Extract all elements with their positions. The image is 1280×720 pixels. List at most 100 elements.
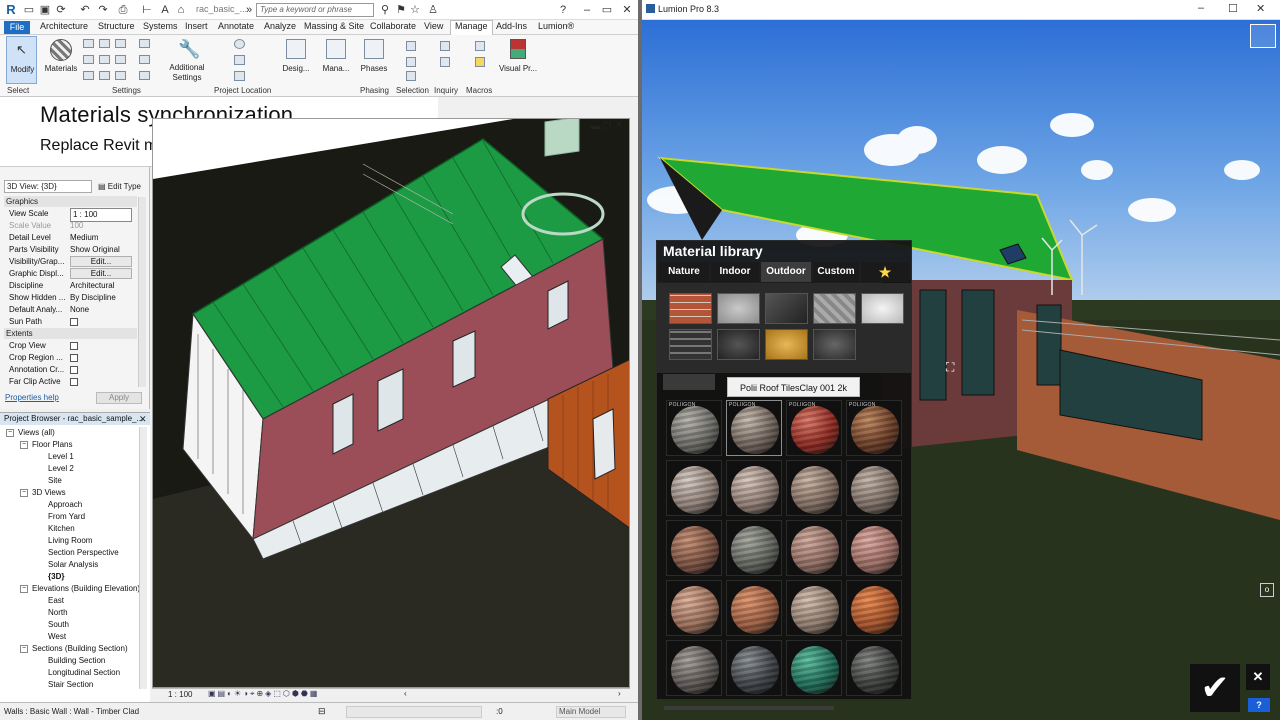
browser-item[interactable]: North bbox=[48, 607, 68, 619]
info-icon[interactable]: o bbox=[1260, 583, 1274, 597]
material-sphere[interactable] bbox=[666, 580, 722, 636]
material-sphere[interactable] bbox=[846, 460, 902, 516]
swatch-gravel[interactable] bbox=[717, 329, 760, 360]
material-sphere[interactable]: POLIIGON bbox=[666, 400, 722, 456]
design-option-selector[interactable]: Main Model bbox=[556, 706, 626, 718]
maximize-icon[interactable]: ▭ bbox=[600, 3, 614, 17]
tab-insert[interactable]: Insert bbox=[185, 21, 208, 31]
mep-settings-icon[interactable] bbox=[139, 55, 150, 64]
phases-button[interactable]: Phases bbox=[358, 37, 390, 83]
extent-checkbox[interactable] bbox=[70, 366, 78, 374]
focus-crosshair-icon[interactable]: ⛶ bbox=[946, 360, 954, 375]
redo-icon[interactable]: ↷ bbox=[96, 3, 110, 17]
extent-row[interactable]: Crop View bbox=[4, 340, 137, 352]
lumion-minimize-icon[interactable]: – bbox=[1198, 2, 1204, 14]
close-browser-icon[interactable]: ✕ bbox=[139, 413, 147, 425]
lumion-maximize-icon[interactable]: ☐ bbox=[1228, 2, 1238, 15]
select-by-id-icon[interactable] bbox=[406, 41, 416, 51]
location-icon[interactable] bbox=[234, 39, 245, 49]
extent-row[interactable]: Far Clip Active bbox=[4, 376, 137, 388]
extent-row[interactable]: Annotation Cr... bbox=[4, 364, 137, 376]
edit-type-button[interactable]: ▤ Edit Type bbox=[98, 180, 141, 193]
material-sphere[interactable] bbox=[846, 640, 902, 696]
browser-item[interactable]: Stair Section bbox=[48, 679, 93, 691]
review-warnings-icon[interactable] bbox=[440, 41, 450, 51]
property-row[interactable]: Visibility/Grap... Edit... bbox=[4, 256, 137, 268]
material-sphere[interactable] bbox=[726, 460, 782, 516]
browser-item[interactable]: {3D} bbox=[48, 571, 64, 583]
browser-item[interactable]: 3D Views bbox=[32, 487, 66, 499]
tab-indoor[interactable]: Indoor bbox=[711, 262, 759, 282]
material-sphere[interactable] bbox=[846, 520, 902, 576]
edit-button[interactable]: Edit... bbox=[70, 256, 132, 267]
workset-selector[interactable] bbox=[346, 706, 482, 718]
search-icon[interactable]: ⚲ bbox=[378, 3, 392, 17]
3d-viewport[interactable]: ▬ ❐ ✕ bbox=[152, 118, 630, 688]
material-sphere[interactable] bbox=[666, 640, 722, 696]
tree-toggle-icon[interactable]: − bbox=[20, 489, 28, 497]
extents-section-header[interactable]: Extents bbox=[4, 328, 137, 339]
subscription-icon[interactable]: ⚑ bbox=[394, 3, 408, 17]
project-units-icon[interactable] bbox=[115, 71, 126, 80]
open-icon[interactable]: ▭ bbox=[22, 3, 36, 17]
tab-architecture[interactable]: Architecture bbox=[40, 21, 88, 31]
3d-view-icon[interactable]: ⌂ bbox=[174, 3, 188, 17]
subcategory-tab[interactable] bbox=[663, 374, 715, 390]
help-icon[interactable]: ? bbox=[556, 3, 570, 17]
material-sphere[interactable] bbox=[726, 520, 782, 576]
sync-icon[interactable]: ⟳ bbox=[54, 3, 68, 17]
panel-schedule-icon[interactable] bbox=[139, 71, 150, 80]
visual-programming-button[interactable]: Visual Pr... bbox=[498, 37, 538, 83]
material-sphere[interactable] bbox=[666, 460, 722, 516]
tab-custom[interactable]: Custom bbox=[813, 262, 859, 282]
browser-item[interactable]: Section Perspective bbox=[48, 547, 119, 559]
viewport-restore-icon[interactable]: ❐ bbox=[603, 121, 611, 132]
print-icon[interactable]: ⎙ bbox=[116, 3, 130, 17]
expand-icon[interactable]: » bbox=[242, 3, 256, 17]
property-row[interactable]: Detail Level Medium bbox=[4, 232, 137, 244]
global-parameters-icon[interactable] bbox=[99, 71, 110, 80]
browser-item[interactable]: Building Section bbox=[48, 655, 105, 667]
purge-unused-icon[interactable] bbox=[115, 55, 126, 64]
properties-help-link[interactable]: Properties help bbox=[5, 393, 59, 402]
property-value[interactable]: By Discipline bbox=[70, 292, 132, 304]
material-sphere[interactable]: POLIIGON bbox=[846, 400, 902, 456]
property-value[interactable]: Show Original bbox=[70, 244, 132, 256]
swatch-roof-tiles[interactable] bbox=[669, 329, 712, 360]
snaps-icon[interactable] bbox=[83, 55, 94, 64]
property-value[interactable]: Medium bbox=[70, 232, 132, 244]
browser-item[interactable]: Living Room bbox=[48, 535, 92, 547]
tab-massing-site[interactable]: Massing & Site bbox=[304, 21, 364, 31]
cancel-button[interactable]: ✕ bbox=[1246, 664, 1270, 690]
material-sphere[interactable]: POLIIGON bbox=[786, 400, 842, 456]
materials-button[interactable]: Materials bbox=[44, 37, 78, 83]
browser-scrollbar[interactable] bbox=[139, 427, 147, 689]
browser-item[interactable]: East bbox=[48, 595, 64, 607]
undo-icon[interactable]: ↶ bbox=[78, 3, 92, 17]
browser-item[interactable]: Views (all) bbox=[18, 427, 55, 439]
material-sphere[interactable] bbox=[786, 520, 842, 576]
property-row[interactable]: Show Hidden ... By Discipline bbox=[4, 292, 137, 304]
tree-toggle-icon[interactable]: − bbox=[20, 645, 28, 653]
tab-analyze[interactable]: Analyze bbox=[264, 21, 296, 31]
browser-item[interactable]: Floor Plans bbox=[32, 439, 72, 451]
panel-select[interactable]: Select bbox=[7, 86, 29, 95]
property-row[interactable]: Sun Path bbox=[4, 316, 137, 328]
scroll-left-icon[interactable]: ‹ bbox=[404, 689, 407, 698]
search-input[interactable]: Type a keyword or phrase bbox=[256, 3, 374, 17]
swatch-metal[interactable] bbox=[765, 293, 808, 324]
swatch-wood[interactable] bbox=[765, 329, 808, 360]
property-row[interactable]: View Scale 1 : 100 bbox=[4, 208, 137, 222]
properties-scrollbar[interactable] bbox=[138, 197, 146, 387]
browser-item[interactable]: Level 1 bbox=[48, 451, 74, 463]
browser-item[interactable]: Kitchen bbox=[48, 523, 75, 535]
material-sphere[interactable] bbox=[726, 640, 782, 696]
property-row[interactable]: Scale Value 100 bbox=[4, 220, 137, 232]
material-sphere[interactable] bbox=[786, 580, 842, 636]
browser-item[interactable]: Solar Analysis bbox=[48, 559, 98, 571]
ok-button[interactable]: ✔ bbox=[1190, 664, 1240, 712]
project-info-icon[interactable] bbox=[83, 71, 94, 80]
browser-item[interactable]: Site bbox=[48, 475, 62, 487]
lumion-close-icon[interactable]: ✕ bbox=[1256, 2, 1265, 15]
design-options-button[interactable]: Desig... bbox=[280, 37, 312, 83]
